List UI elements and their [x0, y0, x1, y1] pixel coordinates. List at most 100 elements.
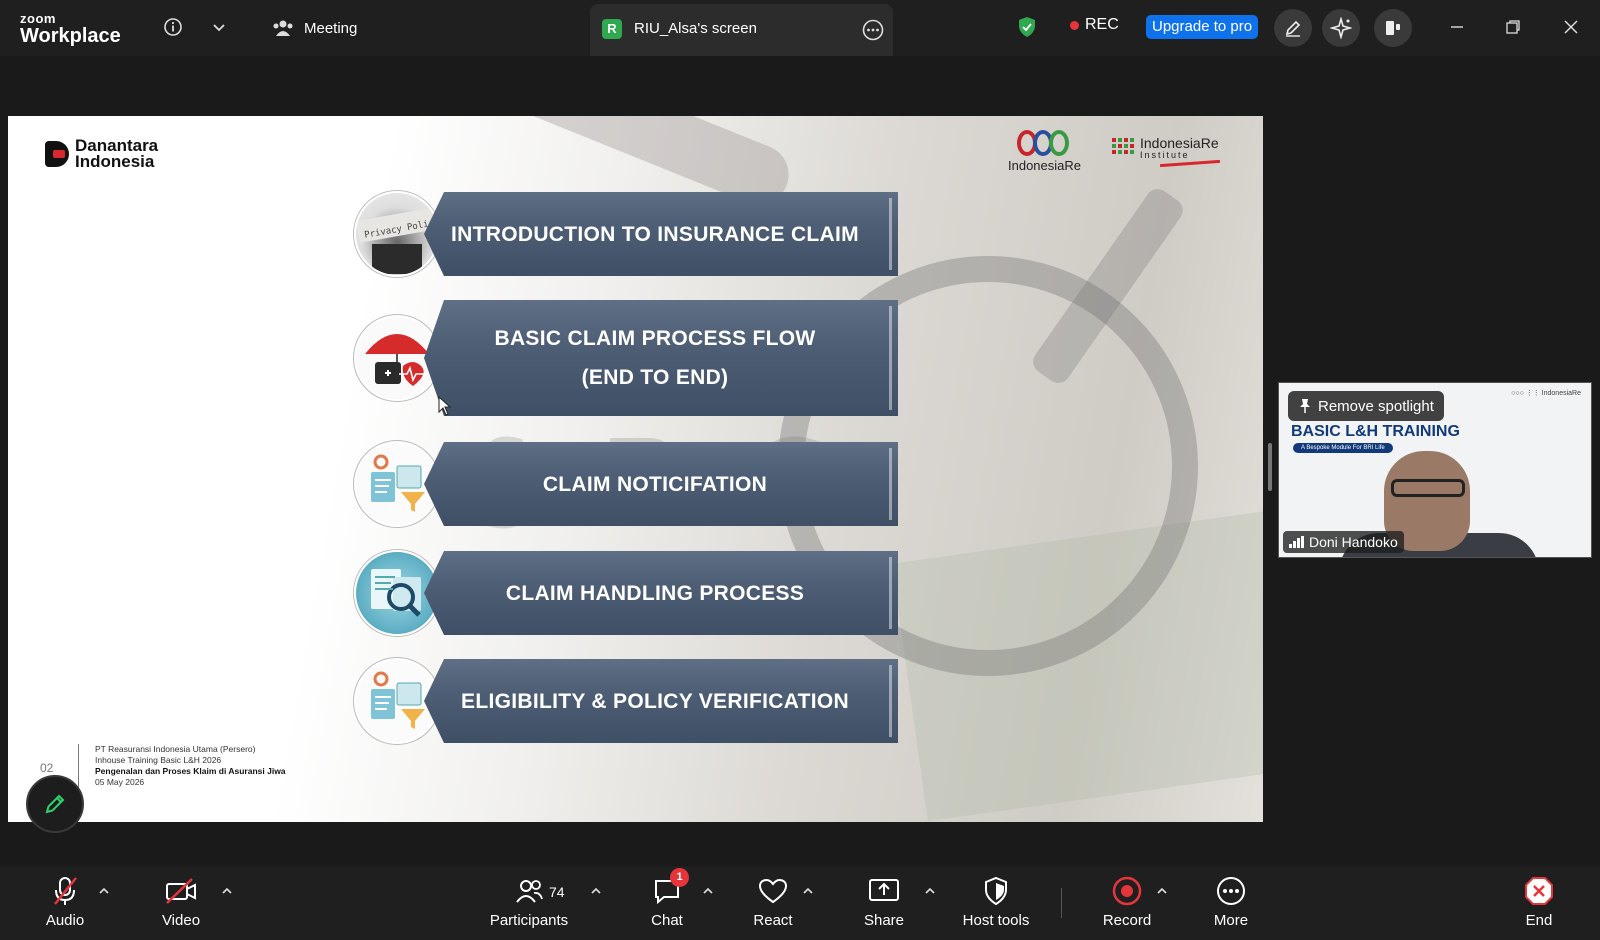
- participants-icon: [511, 874, 547, 908]
- chevron-down-icon[interactable]: [206, 14, 232, 40]
- top-bar: zoom Workplace Meeting R RIU_Alsa's scre…: [0, 0, 1600, 56]
- video-options-caret-icon[interactable]: [220, 884, 234, 898]
- participant-video-tile[interactable]: ○○○ ⋮⋮ IndonesiaRe BASIC L&H TRAINING A …: [1278, 382, 1592, 558]
- record-button[interactable]: Record: [1082, 874, 1172, 929]
- host-tools-label: Host tools: [962, 912, 1030, 929]
- react-label: React: [753, 912, 793, 929]
- close-icon[interactable]: [1558, 14, 1584, 40]
- participants-options-caret-icon[interactable]: [589, 884, 603, 898]
- mic-muted-icon: [47, 874, 83, 908]
- video-bg-logos: ○○○ ⋮⋮ IndonesiaRe: [1511, 390, 1581, 397]
- institute-line1: IndonesiaRe: [1140, 135, 1219, 151]
- host-tools-button[interactable]: Host tools: [951, 874, 1041, 929]
- react-button[interactable]: React: [728, 874, 818, 929]
- signal-strength-icon: [1289, 536, 1304, 548]
- indonesiare-logo: IndonesiaRe: [1008, 130, 1081, 173]
- agenda-label-5: ELIGIBILITY & POLICY VERIFICATION: [461, 689, 849, 713]
- video-label: Video: [161, 912, 201, 929]
- record-icon: [1109, 874, 1145, 908]
- chat-options-caret-icon[interactable]: [701, 884, 715, 898]
- end-label: End: [1525, 912, 1553, 929]
- restore-icon[interactable]: [1500, 14, 1526, 40]
- danantara-logo: Danantara Indonesia: [45, 137, 158, 170]
- agenda-label-3: CLAIM NOTICIFATION: [542, 472, 768, 496]
- sharer-avatar: R: [602, 19, 622, 39]
- react-options-caret-icon[interactable]: [801, 884, 815, 898]
- host-shield-icon: [978, 874, 1014, 908]
- indonesiare-label: IndonesiaRe: [1008, 158, 1081, 173]
- institute-line2: Institute: [1140, 150, 1190, 160]
- encryption-shield-icon[interactable]: [1014, 14, 1040, 40]
- footer-line3: Pengenalan dan Proses Klaim di Asuransi …: [95, 766, 286, 776]
- video-button[interactable]: Video: [136, 874, 226, 929]
- slide-footer: PT Reasuransi Indonesia Utama (Persero) …: [78, 744, 286, 788]
- minimize-icon[interactable]: [1444, 14, 1470, 40]
- annotate-pen-icon[interactable]: [1274, 9, 1312, 47]
- institute-swoosh-icon: [1159, 159, 1221, 168]
- participants-count: 74: [549, 884, 565, 900]
- agenda-banner-2: BASIC CLAIM PROCESS FLOW (END TO END): [424, 300, 898, 416]
- info-icon[interactable]: [160, 14, 186, 40]
- end-call-icon: [1521, 874, 1557, 908]
- agenda-label-4: CLAIM HANDLING PROCESS: [505, 581, 805, 605]
- side-panel-icon[interactable]: [1374, 9, 1412, 47]
- participant-name-tag: Doni Handoko: [1283, 531, 1404, 553]
- remove-spotlight-label: Remove spotlight: [1318, 397, 1434, 415]
- agenda-banner-3: CLAIM NOTICIFATION: [424, 442, 898, 526]
- audio-label: Audio: [45, 912, 85, 929]
- share-options-caret-icon[interactable]: [923, 884, 937, 898]
- annotation-pencil-button[interactable]: [26, 775, 84, 833]
- chat-unread-badge: 1: [670, 868, 689, 887]
- pencil-icon: [45, 794, 65, 814]
- indonesiare-rings-icon: [1008, 130, 1081, 156]
- participants-label: Participants: [489, 912, 569, 929]
- video-bg-title: BASIC L&H TRAINING: [1291, 423, 1460, 440]
- tab-meeting[interactable]: Meeting: [272, 14, 357, 42]
- footer-line4: 05 May 2026: [95, 777, 145, 787]
- record-label: Record: [1102, 912, 1152, 929]
- tab-screen-share[interactable]: R RIU_Alsa's screen: [590, 4, 893, 56]
- agenda-banner-4: CLAIM HANDLING PROCESS: [424, 551, 898, 635]
- rec-label: REC: [1085, 16, 1119, 33]
- remove-spotlight-button[interactable]: Remove spotlight: [1288, 391, 1444, 421]
- recording-indicator[interactable]: REC: [1070, 16, 1119, 34]
- brand-workplace: Workplace: [20, 25, 121, 47]
- zoom-logo: zoom Workplace: [20, 12, 121, 46]
- camera-off-icon: [163, 874, 199, 908]
- video-bg-subtitle: A Bespoke Module For BRI Life: [1293, 443, 1393, 453]
- more-options-icon[interactable]: [861, 18, 885, 42]
- heart-icon: [755, 874, 791, 908]
- chat-button[interactable]: 1 Chat: [622, 868, 712, 929]
- indonesiare-institute-logo: IndonesiaRe Institute: [1112, 135, 1221, 168]
- people-icon: [273, 20, 293, 36]
- chat-bubble-icon: 1: [649, 868, 689, 908]
- end-meeting-button[interactable]: End: [1494, 874, 1584, 929]
- shared-screen-slide: § P C Danantara Indonesia IndonesiaRe In…: [8, 116, 1263, 822]
- agenda-label-1: INTRODUCTION TO INSURANCE CLAIM: [451, 222, 859, 246]
- panel-resize-handle[interactable]: [1268, 443, 1272, 491]
- more-dots-icon: [1213, 874, 1249, 908]
- agenda-banner-5: ELIGIBILITY & POLICY VERIFICATION: [424, 659, 898, 743]
- record-options-caret-icon[interactable]: [1155, 884, 1169, 898]
- footer-line2: Inhouse Training Basic L&H 2026: [95, 755, 222, 765]
- ai-companion-icon[interactable]: [1322, 9, 1360, 47]
- share-label: Share: [863, 912, 905, 929]
- rec-dot-icon: [1070, 20, 1079, 30]
- audio-button[interactable]: Audio: [20, 874, 110, 929]
- upgrade-button[interactable]: Upgrade to pro: [1146, 15, 1259, 39]
- share-screen-button[interactable]: Share: [839, 874, 929, 929]
- agenda-label-2: BASIC CLAIM PROCESS FLOW (END TO END): [494, 327, 816, 389]
- toolbar-divider: [1061, 888, 1062, 918]
- agenda-banner-1: INTRODUCTION TO INSURANCE CLAIM: [424, 192, 898, 276]
- institute-grid-icon: [1112, 138, 1134, 154]
- more-button[interactable]: More: [1186, 874, 1276, 929]
- mouse-pointer-icon: [438, 395, 452, 421]
- participants-button[interactable]: Participants: [484, 874, 574, 929]
- meeting-controls-bar: Audio Video Participants 1 Chat React Sh…: [0, 866, 1600, 940]
- tab-meeting-label: Meeting: [304, 19, 358, 37]
- more-label: More: [1213, 912, 1249, 929]
- audio-options-caret-icon[interactable]: [97, 884, 111, 898]
- brand-zoom: zoom: [20, 11, 56, 26]
- footer-line1: PT Reasuransi Indonesia Utama (Persero): [95, 744, 256, 754]
- share-screen-icon: [866, 874, 902, 908]
